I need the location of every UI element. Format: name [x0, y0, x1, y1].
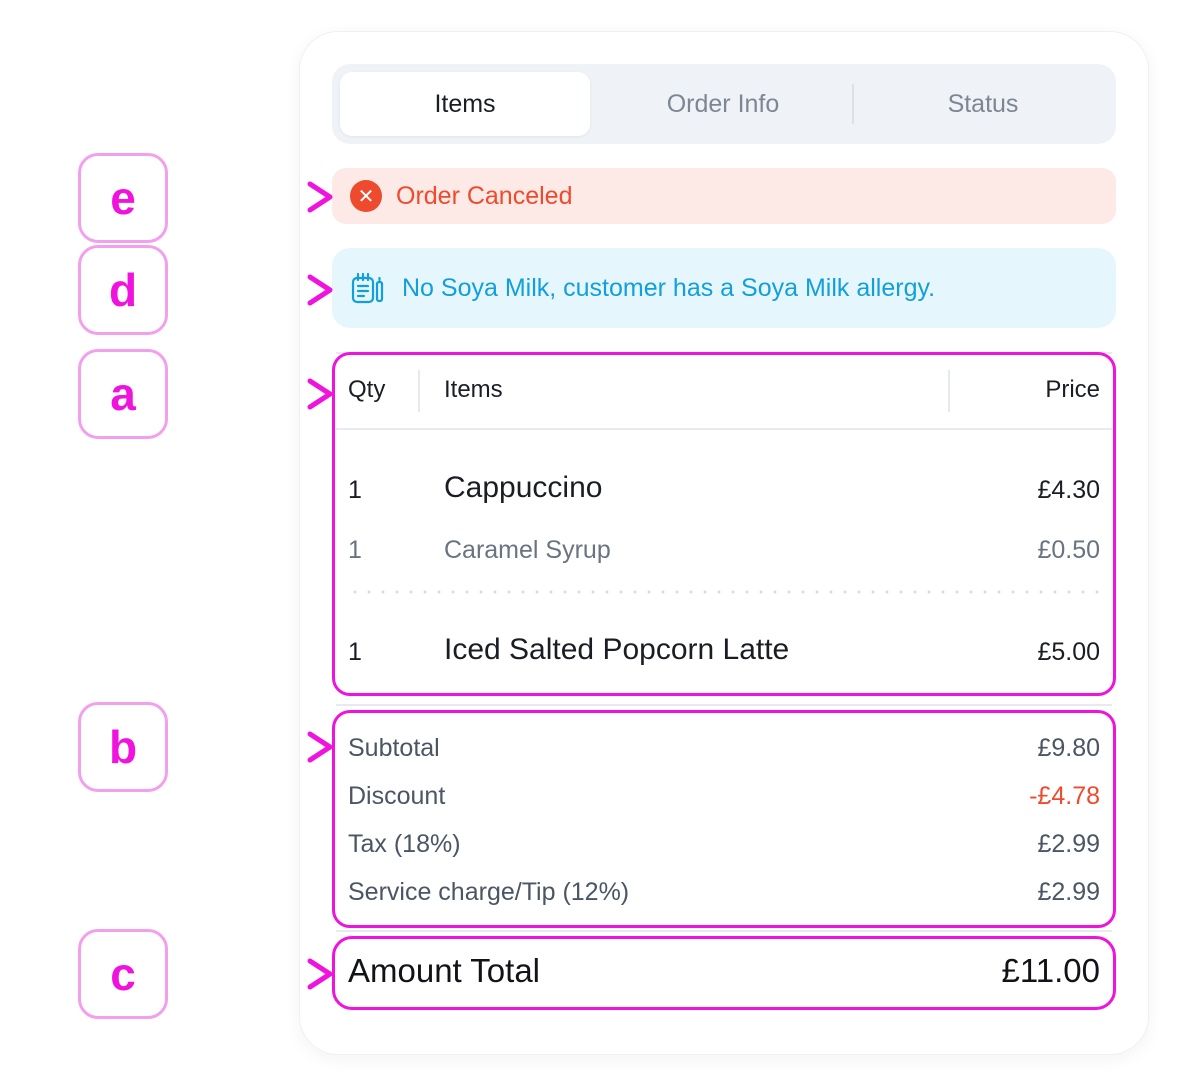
arrow-d: [168, 274, 333, 306]
annotation-arrows: [168, 181, 333, 990]
arrow-b: [168, 731, 333, 763]
arrow-a: [168, 378, 333, 410]
arrow-c: [168, 958, 333, 990]
arrow-e: [168, 181, 333, 213]
